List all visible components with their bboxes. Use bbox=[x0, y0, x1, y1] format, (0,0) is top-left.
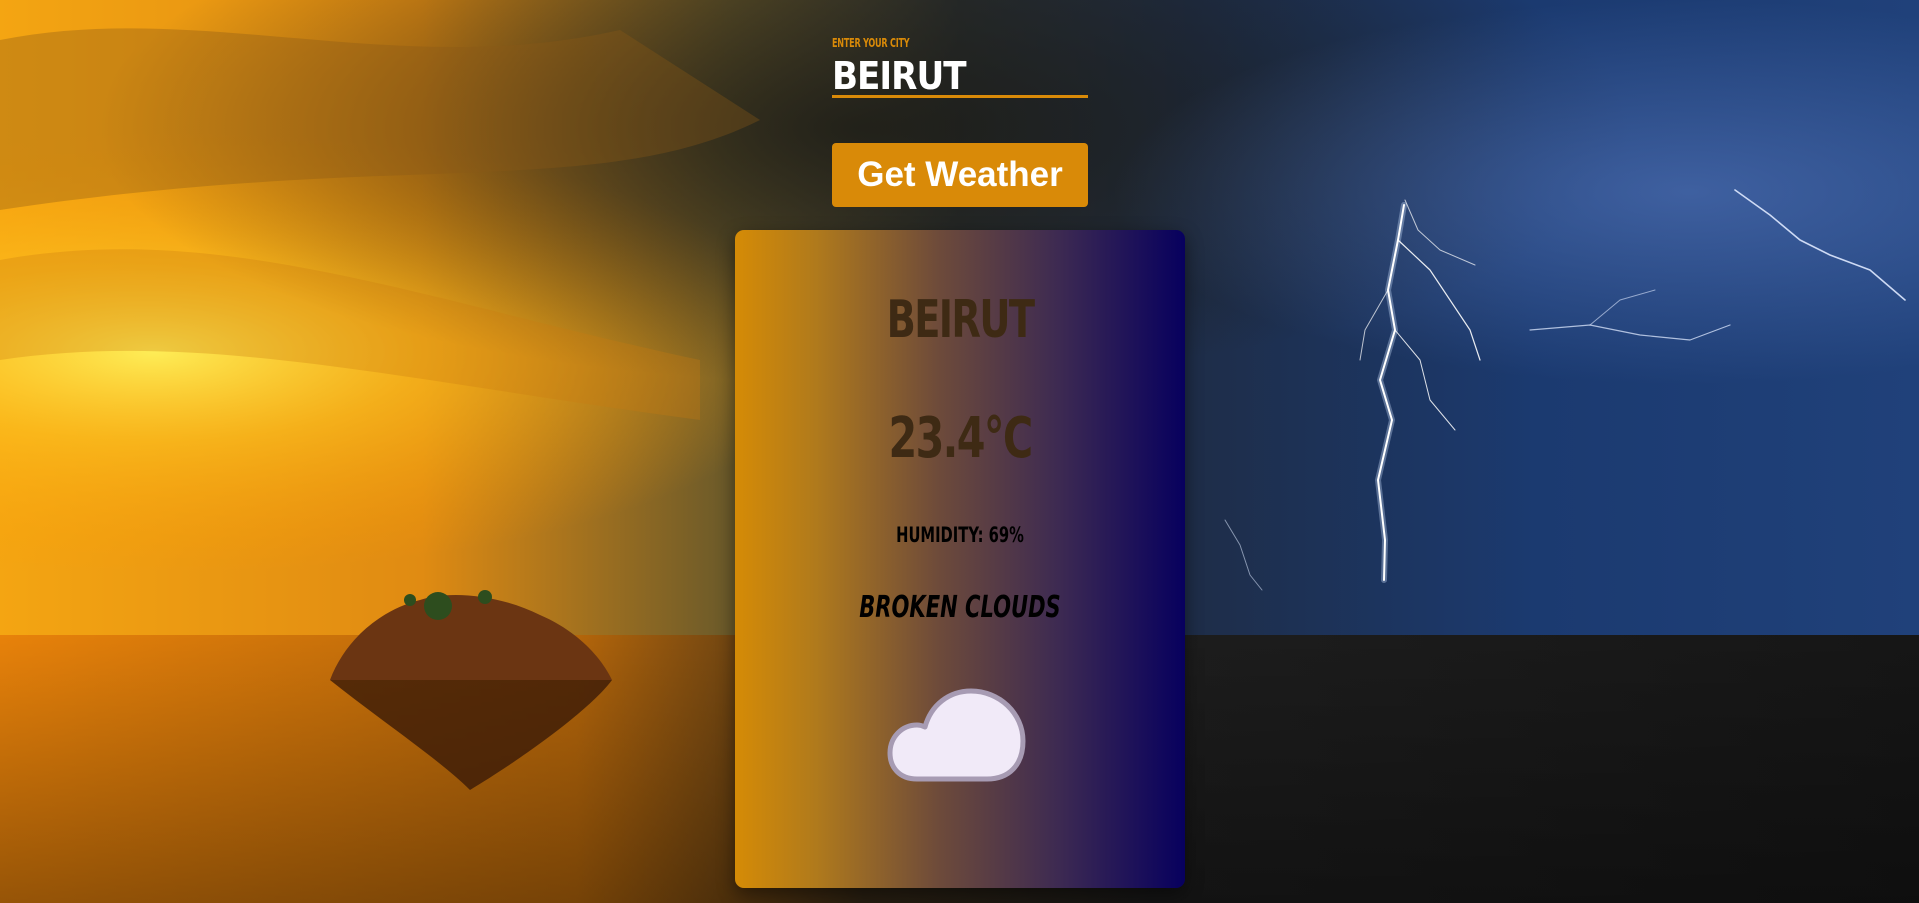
weather-card: BEIRUT 23.4°C HUMIDITY: 69% BROKEN CLOUD… bbox=[735, 230, 1185, 888]
city-input[interactable] bbox=[832, 56, 1088, 98]
city-input-label: Enter your city bbox=[832, 36, 910, 50]
weather-description: BROKEN CLOUDS bbox=[859, 590, 1061, 625]
cloud-icon bbox=[887, 688, 1026, 782]
weather-humidity: HUMIDITY: 69% bbox=[896, 523, 1024, 547]
weather-temperature: 23.4°C bbox=[888, 406, 1033, 471]
get-weather-button[interactable]: Get Weather bbox=[832, 143, 1088, 207]
weather-city-name: BEIRUT bbox=[886, 290, 1035, 350]
